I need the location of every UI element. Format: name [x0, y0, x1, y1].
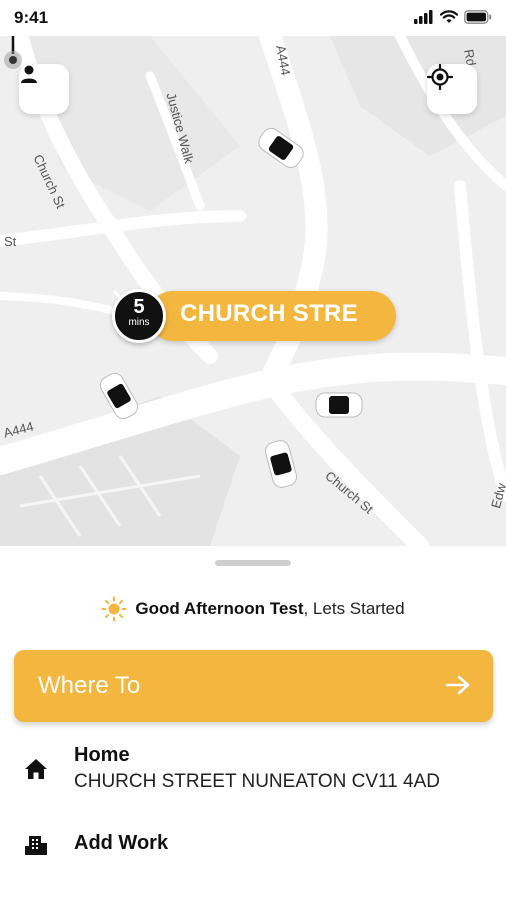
street-label: St: [4, 234, 17, 249]
saved-place-work[interactable]: Add Work: [0, 830, 506, 870]
map-view[interactable]: A444 Justice Walk Church St St A444 Chur…: [0, 36, 506, 546]
eta-unit: mins: [128, 317, 150, 328]
wifi-icon: [440, 10, 458, 23]
saved-place-title: Add Work: [74, 832, 169, 854]
sheet-drag-handle[interactable]: [215, 560, 291, 566]
battery-icon: [464, 10, 492, 24]
sun-icon: [101, 596, 127, 622]
signal-icon: [414, 10, 433, 24]
status-time: 9:41: [14, 8, 49, 27]
greeting-message: , Lets Started: [303, 599, 405, 618]
crosshair-icon: [427, 64, 453, 90]
greeting: Good Afternoon Test, Lets Started: [0, 596, 506, 622]
bottom-sheet: Good Afternoon Test, Lets Started Where …: [0, 546, 506, 900]
saved-place-title: Home: [74, 744, 130, 766]
status-bar: 9:41: [0, 0, 506, 36]
status-icons: [414, 10, 492, 24]
eta-value: 5: [133, 296, 145, 318]
work-icon: [25, 836, 47, 855]
where-to-label: Where To: [38, 672, 141, 699]
locate-me-button[interactable]: [427, 64, 477, 114]
car-icon: [315, 392, 363, 418]
where-to-button[interactable]: Where To: [14, 650, 493, 722]
home-icon: [25, 759, 47, 779]
arrow-right-icon: [445, 675, 470, 695]
greeting-name: Good Afternoon Test: [135, 599, 304, 618]
profile-button[interactable]: [19, 64, 69, 114]
eta-badge: 5 mins: [112, 289, 166, 343]
pickup-pin-icon: [4, 36, 22, 69]
saved-place-address: CHURCH STREET NUNEATON CV11 4AD: [74, 771, 440, 792]
pickup-location-text: CHURCH STRE: [180, 300, 358, 327]
saved-place-home[interactable]: Home CHURCH STREET NUNEATON CV11 4AD: [0, 742, 506, 802]
